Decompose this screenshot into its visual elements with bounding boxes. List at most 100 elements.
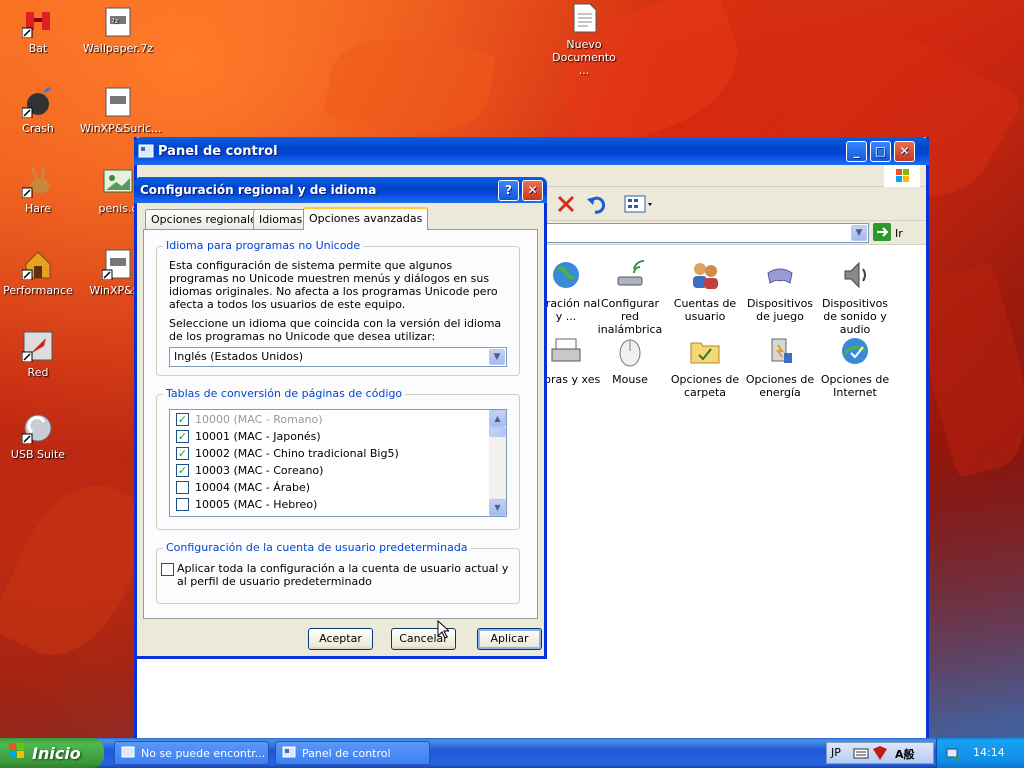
list-item[interactable]: 10005 (MAC - Hebreo) <box>176 496 317 513</box>
desktop-icon-performance[interactable]: Performance <box>0 248 76 297</box>
address-input[interactable]: ▼ <box>537 223 869 243</box>
code-page-list[interactable]: ✓ 10000 (MAC - Romano) ✓ 10001 (MAC - Japo… <box>169 409 507 517</box>
tab-opciones-regionales[interactable]: Opciones regionales <box>145 209 269 229</box>
list-item[interactable]: ✓ 10003 (MAC - Coreano) <box>176 462 323 479</box>
network-tray-icon[interactable] <box>945 745 961 764</box>
language-code[interactable]: JP <box>831 746 841 759</box>
ime-mode[interactable]: A般 <box>895 746 915 762</box>
explorer-window-icon <box>121 745 135 762</box>
go-button[interactable]: Ir <box>873 222 903 243</box>
user-accounts-icon <box>689 259 721 291</box>
list-item-label: 10003 (MAC - Coreano) <box>195 464 324 477</box>
list-item-label: 10002 (MAC - Chino tradicional Big5) <box>195 447 399 460</box>
apply-button[interactable]: Aplicar <box>477 628 542 650</box>
close-button[interactable]: ✕ <box>894 141 915 162</box>
desktop-icon-nuevo-documento[interactable]: Nuevo Documento ... <box>546 2 622 77</box>
cp-item-label: Dispositivos de juego <box>746 297 814 323</box>
cp-item-label: Configurar red inalámbrica <box>597 297 663 336</box>
desktop-icon-winxp-archive[interactable]: WinXP&Suric... <box>80 86 162 135</box>
checkbox[interactable] <box>176 498 189 511</box>
advanced-options-panel: Idioma para programas no Unicode Esta co… <box>143 229 538 619</box>
task-button-control-panel[interactable]: Panel de control <box>275 741 430 765</box>
scroll-down-arrow-icon[interactable]: ▼ <box>489 499 506 516</box>
cp-item-mouse[interactable]: Mouse <box>591 335 669 386</box>
desktop-icon-label: Wallpaper.7z <box>82 42 154 55</box>
apply-default-user-checkbox[interactable] <box>161 563 174 576</box>
printer-icon <box>550 335 582 367</box>
help-button[interactable]: ? <box>498 180 519 201</box>
minimize-button[interactable]: _ <box>846 141 867 162</box>
checkbox[interactable] <box>176 481 189 494</box>
desktop-icon-usb-suite[interactable]: USB Suite <box>0 412 76 461</box>
chevron-down-icon[interactable]: ▼ <box>489 349 505 365</box>
regional-language-dialog: Configuración regional y de idioma ? ✕ O… <box>134 177 547 659</box>
list-item[interactable]: ✓ 10001 (MAC - Japonés) <box>176 428 321 445</box>
cp-item-wireless[interactable]: Configurar red inalámbrica <box>591 259 669 336</box>
list-item-label: 10001 (MAC - Japonés) <box>195 430 321 443</box>
control-panel-title: Panel de control <box>158 143 278 159</box>
taskbar: Inicio No se puede encontr... Panel de c… <box>0 738 1024 768</box>
desktop-icon-hare[interactable]: Hare <box>0 166 76 215</box>
desktop-icon-label: Red <box>27 366 49 379</box>
ok-button[interactable]: Aceptar <box>308 628 373 650</box>
maximize-button[interactable]: □ <box>870 141 891 162</box>
default-user-group: Configuración de la cuenta de usuario pr… <box>156 541 520 604</box>
close-button[interactable]: ✕ <box>522 180 543 201</box>
language-bar[interactable]: JP A般 <box>826 742 934 764</box>
cp-item-internet-options[interactable]: Opciones de Internet <box>816 335 894 399</box>
regional-globe-icon <box>550 259 582 291</box>
vertical-scrollbar[interactable]: ▲ ▼ <box>489 410 506 516</box>
ime-icon[interactable] <box>871 745 889 764</box>
desktop-icon-label: Crash <box>22 122 54 135</box>
views-icon[interactable] <box>623 193 655 218</box>
cp-item-user-accounts[interactable]: Cuentas de usuario <box>666 259 744 323</box>
keyboard-icon[interactable] <box>853 746 869 763</box>
cp-item-label: Opciones de carpeta <box>670 373 740 399</box>
non-unicode-group: Idioma para programas no Unicode Esta co… <box>156 239 520 376</box>
tab-idiomas[interactable]: Idiomas <box>253 209 309 229</box>
dialog-title: Configuración regional y de idioma <box>140 183 377 197</box>
task-button-not-found[interactable]: No se puede encontr... <box>114 741 269 765</box>
checkbox[interactable]: ✓ <box>176 430 189 443</box>
start-button[interactable]: Inicio <box>0 738 104 768</box>
dialog-titlebar[interactable]: Configuración regional y de idioma ? ✕ <box>134 177 547 203</box>
language-select[interactable]: Inglés (Estados Unidos) ▼ <box>169 347 507 367</box>
checkbox[interactable]: ✓ <box>176 447 189 460</box>
language-select-value: Inglés (Estados Unidos) <box>174 350 304 363</box>
list-item[interactable]: ✓ 10000 (MAC - Romano) <box>176 411 323 428</box>
bat-shortcut-icon <box>21 6 54 39</box>
clock[interactable]: 14:14 <box>973 746 1005 759</box>
task-button-label: Panel de control <box>302 746 391 760</box>
list-item[interactable]: 10004 (MAC - Árabe) <box>176 479 310 496</box>
desktop-icon-wallpaper-7z[interactable]: 7z Wallpaper.7z <box>80 6 156 55</box>
wireless-network-icon <box>614 259 646 291</box>
tab-opciones-avanzadas[interactable]: Opciones avanzadas <box>303 207 429 230</box>
checkbox[interactable]: ✓ <box>176 413 189 426</box>
cp-item-game-controllers[interactable]: Dispositivos de juego <box>741 259 819 323</box>
delete-icon[interactable] <box>555 193 577 218</box>
cp-item-folder-options[interactable]: Opciones de carpeta <box>666 335 744 399</box>
code-page-group: Tablas de conversión de páginas de códig… <box>156 387 520 530</box>
control-panel-titlebar[interactable]: Panel de control _ □ ✕ <box>134 137 929 165</box>
scroll-up-arrow-icon[interactable]: ▲ <box>489 410 506 427</box>
game-controller-icon <box>764 259 796 291</box>
chevron-down-icon[interactable]: ▼ <box>851 225 867 241</box>
go-label: Ir <box>895 226 903 240</box>
checkbox[interactable]: ✓ <box>176 464 189 477</box>
scrollbar-thumb[interactable] <box>489 427 506 437</box>
cp-item-label: Mouse <box>612 373 648 386</box>
desktop-icon-label: WinXP&Suric... <box>80 122 162 135</box>
cp-item-label: Dispositivos de sonido y audio <box>821 297 889 336</box>
archive-icon: 7z <box>102 6 134 38</box>
desktop-icon-red[interactable]: Red <box>0 330 76 379</box>
tab-label: Idiomas <box>259 213 303 226</box>
cp-item-label: Cuentas de usuario <box>673 297 737 323</box>
list-item-label: 10000 (MAC - Romano) <box>195 413 323 426</box>
undo-icon[interactable] <box>585 193 609 218</box>
group-legend: Tablas de conversión de páginas de códig… <box>163 387 406 400</box>
desktop-icon-crash[interactable]: Crash <box>0 86 76 135</box>
list-item[interactable]: ✓ 10002 (MAC - Chino tradicional Big5) <box>176 445 399 462</box>
cp-item-power-options[interactable]: Opciones de energía <box>741 335 819 399</box>
desktop-icon-bat[interactable]: Bat <box>0 6 76 55</box>
cp-item-sound[interactable]: Dispositivos de sonido y audio <box>816 259 894 336</box>
